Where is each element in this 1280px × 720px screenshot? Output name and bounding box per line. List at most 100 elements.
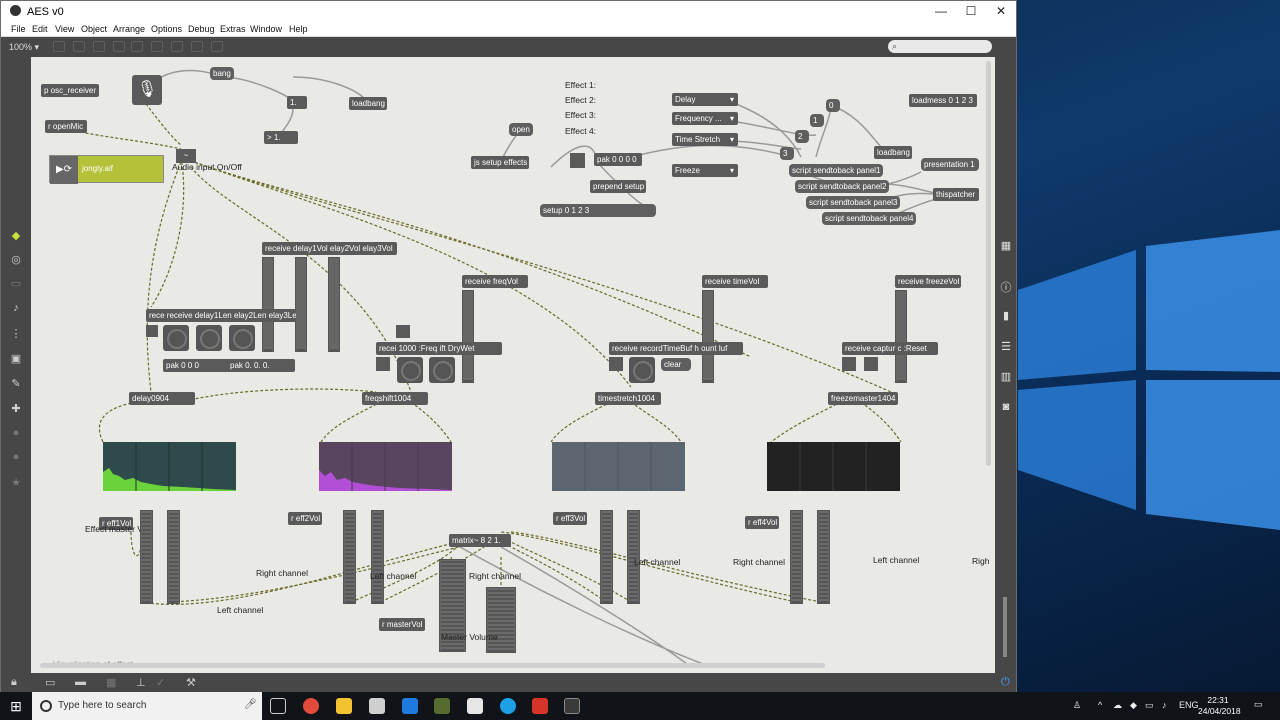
capture-toggle[interactable] bbox=[842, 357, 856, 371]
clear-message[interactable]: clear bbox=[661, 358, 691, 371]
master-right-slider[interactable] bbox=[486, 587, 516, 653]
loadmess-object[interactable]: loadmess 0 1 2 3 bbox=[909, 94, 977, 107]
menu-object[interactable]: Object bbox=[81, 24, 107, 34]
zoom-level[interactable]: 100% ▾ bbox=[9, 42, 39, 53]
new-object-icon[interactable] bbox=[53, 41, 65, 52]
power-icon[interactable]: ⏻ bbox=[1001, 676, 1010, 689]
eff2-right-slider[interactable] bbox=[371, 510, 384, 604]
menu-edit[interactable]: Edit bbox=[32, 24, 48, 34]
start-button[interactable]: ⊞ bbox=[0, 692, 32, 720]
patch-canvas[interactable]: p osc_receiver r openMic 🎙︎ bang 1. load… bbox=[31, 57, 995, 673]
menu-arrange[interactable]: Arrange bbox=[113, 24, 145, 34]
freq-button[interactable] bbox=[396, 325, 410, 338]
delay2-vol-slider[interactable] bbox=[295, 257, 307, 352]
music-note-icon[interactable]: ♪ bbox=[9, 302, 23, 314]
grid-icon[interactable]: ▭ bbox=[9, 277, 23, 290]
matrix-object[interactable]: matrix~ 8 2 1. bbox=[449, 534, 511, 547]
menu-file[interactable]: File bbox=[11, 24, 26, 34]
message-0[interactable]: 0 bbox=[826, 99, 840, 112]
osc-receiver-object[interactable]: p osc_receiver bbox=[41, 84, 99, 97]
menu-options[interactable]: Options bbox=[151, 24, 182, 34]
microphone-icon[interactable]: 🎙︎ bbox=[132, 75, 162, 105]
eff4-left-slider[interactable] bbox=[790, 510, 803, 604]
people-icon[interactable]: ♙ bbox=[1073, 700, 1081, 711]
time-stretch-dial[interactable] bbox=[629, 357, 655, 383]
app-s-icon[interactable] bbox=[532, 698, 548, 714]
bracket-icon[interactable]: ⋮ bbox=[9, 327, 23, 340]
message-2[interactable]: 2 bbox=[795, 130, 809, 143]
pak-object[interactable]: pak 0 0 0 0 bbox=[594, 153, 642, 166]
number-box[interactable]: 1. bbox=[287, 96, 307, 109]
receive-recordtimebuf[interactable]: receive recordTimeBuf h ount luf bbox=[609, 342, 743, 355]
delay3-vol-slider[interactable] bbox=[328, 257, 340, 352]
comment-icon[interactable]: ▬ bbox=[75, 676, 86, 688]
delay-toggle[interactable] bbox=[146, 325, 158, 337]
delay2-length-dial[interactable] bbox=[196, 325, 222, 351]
image-icon[interactable]: ▣ bbox=[9, 352, 23, 365]
microphone-icon[interactable]: 🎤︎ bbox=[244, 699, 257, 710]
record-toggle[interactable] bbox=[609, 357, 623, 371]
setup-message[interactable]: setup 0 1 2 3 bbox=[540, 204, 656, 217]
thispatcher-object[interactable]: thispatcher bbox=[933, 188, 979, 201]
effect-menu-freeze[interactable]: Freeze ▾ bbox=[672, 164, 738, 177]
freq-drywet-dial[interactable] bbox=[429, 357, 455, 383]
person-icon[interactable]: ● bbox=[9, 451, 23, 463]
taskbar-search-box[interactable]: Type here to search 🎤︎ bbox=[32, 692, 262, 720]
menu-help[interactable]: Help bbox=[289, 24, 308, 34]
zoom-slider[interactable] bbox=[1003, 597, 1007, 657]
greater-than-object[interactable]: > 1. bbox=[264, 131, 298, 144]
info-icon[interactable]: ⓘ bbox=[999, 279, 1013, 295]
receive-delay-len[interactable]: rece receive delay1Len elay2Len elay3Len bbox=[146, 309, 296, 322]
cube-icon[interactable]: ◆ bbox=[9, 229, 23, 242]
app-icon[interactable] bbox=[467, 698, 483, 714]
play-icon[interactable]: ▶⟳ bbox=[50, 156, 78, 184]
puzzle-icon[interactable]: ✚ bbox=[9, 402, 23, 415]
receive-capture-object[interactable]: receive captur c :Reset bbox=[842, 342, 938, 355]
chrome-icon[interactable] bbox=[303, 698, 319, 714]
eff4-vol-receive[interactable]: r eff4Vol bbox=[745, 516, 779, 529]
effect-menu-delay[interactable]: Delay ▾ bbox=[672, 93, 738, 106]
new-comment-icon[interactable] bbox=[93, 41, 105, 52]
clock[interactable]: 22:31 24/04/2018 bbox=[1198, 695, 1241, 717]
new-extra-icon[interactable] bbox=[211, 41, 223, 52]
camera-icon[interactable]: ◙ bbox=[999, 401, 1013, 413]
new-toggle-icon[interactable] bbox=[131, 41, 143, 52]
notification-icon[interactable]: ▭ bbox=[1254, 699, 1263, 710]
delay1-length-dial[interactable] bbox=[163, 325, 189, 351]
mail-icon[interactable] bbox=[369, 698, 385, 714]
target-icon[interactable]: ◎ bbox=[9, 253, 23, 266]
freeze-vol-slider[interactable] bbox=[895, 290, 907, 383]
audio-file-player[interactable]: ▶⟳ jongly.aif bbox=[49, 155, 164, 184]
circle-icon[interactable]: ● bbox=[9, 427, 23, 439]
effect-menu-frequency[interactable]: Frequency ... ▾ bbox=[672, 112, 738, 125]
freqshift-object[interactable]: freqshift1004 bbox=[362, 392, 428, 405]
close-button[interactable]: ✕ bbox=[986, 1, 1016, 21]
receive-timevol[interactable]: receive timeVol bbox=[702, 275, 768, 288]
star-icon[interactable]: ★ bbox=[9, 476, 23, 489]
delay1-vol-slider[interactable] bbox=[262, 257, 274, 352]
effect-menu-timestretch[interactable]: Time Stretch ▾ bbox=[672, 133, 738, 146]
dropbox-icon[interactable]: ◆ bbox=[1130, 700, 1137, 711]
receive-freq-object[interactable]: recei 1000 :Freq ift DryWet bbox=[376, 342, 502, 355]
timestretch-object[interactable]: timestretch1004 bbox=[595, 392, 661, 405]
debug-icon[interactable]: ✓ bbox=[156, 676, 165, 689]
search-input[interactable]: ⌕ bbox=[888, 40, 992, 53]
horizontal-scrollbar[interactable] bbox=[40, 663, 825, 668]
loadbang-object-2[interactable]: loadbang bbox=[874, 146, 912, 159]
openmic-receive-object[interactable]: r openMic bbox=[45, 120, 87, 133]
network-icon[interactable]: ▭ bbox=[1145, 700, 1154, 711]
message-3[interactable]: 3 bbox=[780, 147, 794, 160]
keyboard-icon[interactable]: ▦ bbox=[999, 239, 1013, 252]
reset-button[interactable] bbox=[864, 357, 878, 371]
file-explorer-icon[interactable] bbox=[336, 698, 352, 714]
sendtoback-panel4[interactable]: script sendtoback panel4 bbox=[822, 212, 916, 225]
mastervol-receive[interactable]: r masterVol bbox=[379, 618, 425, 631]
store-icon[interactable] bbox=[402, 698, 418, 714]
vertical-scrollbar[interactable] bbox=[986, 61, 991, 466]
paperclip-icon[interactable]: ✎ bbox=[9, 377, 23, 390]
eff2-vol-receive[interactable]: r eff2Vol bbox=[288, 512, 322, 525]
open-message[interactable]: open bbox=[509, 123, 533, 136]
eff1-right-slider[interactable] bbox=[167, 510, 180, 604]
eff3-vol-receive[interactable]: r eff3Vol bbox=[553, 512, 587, 525]
book-icon[interactable]: ▮ bbox=[999, 309, 1013, 322]
